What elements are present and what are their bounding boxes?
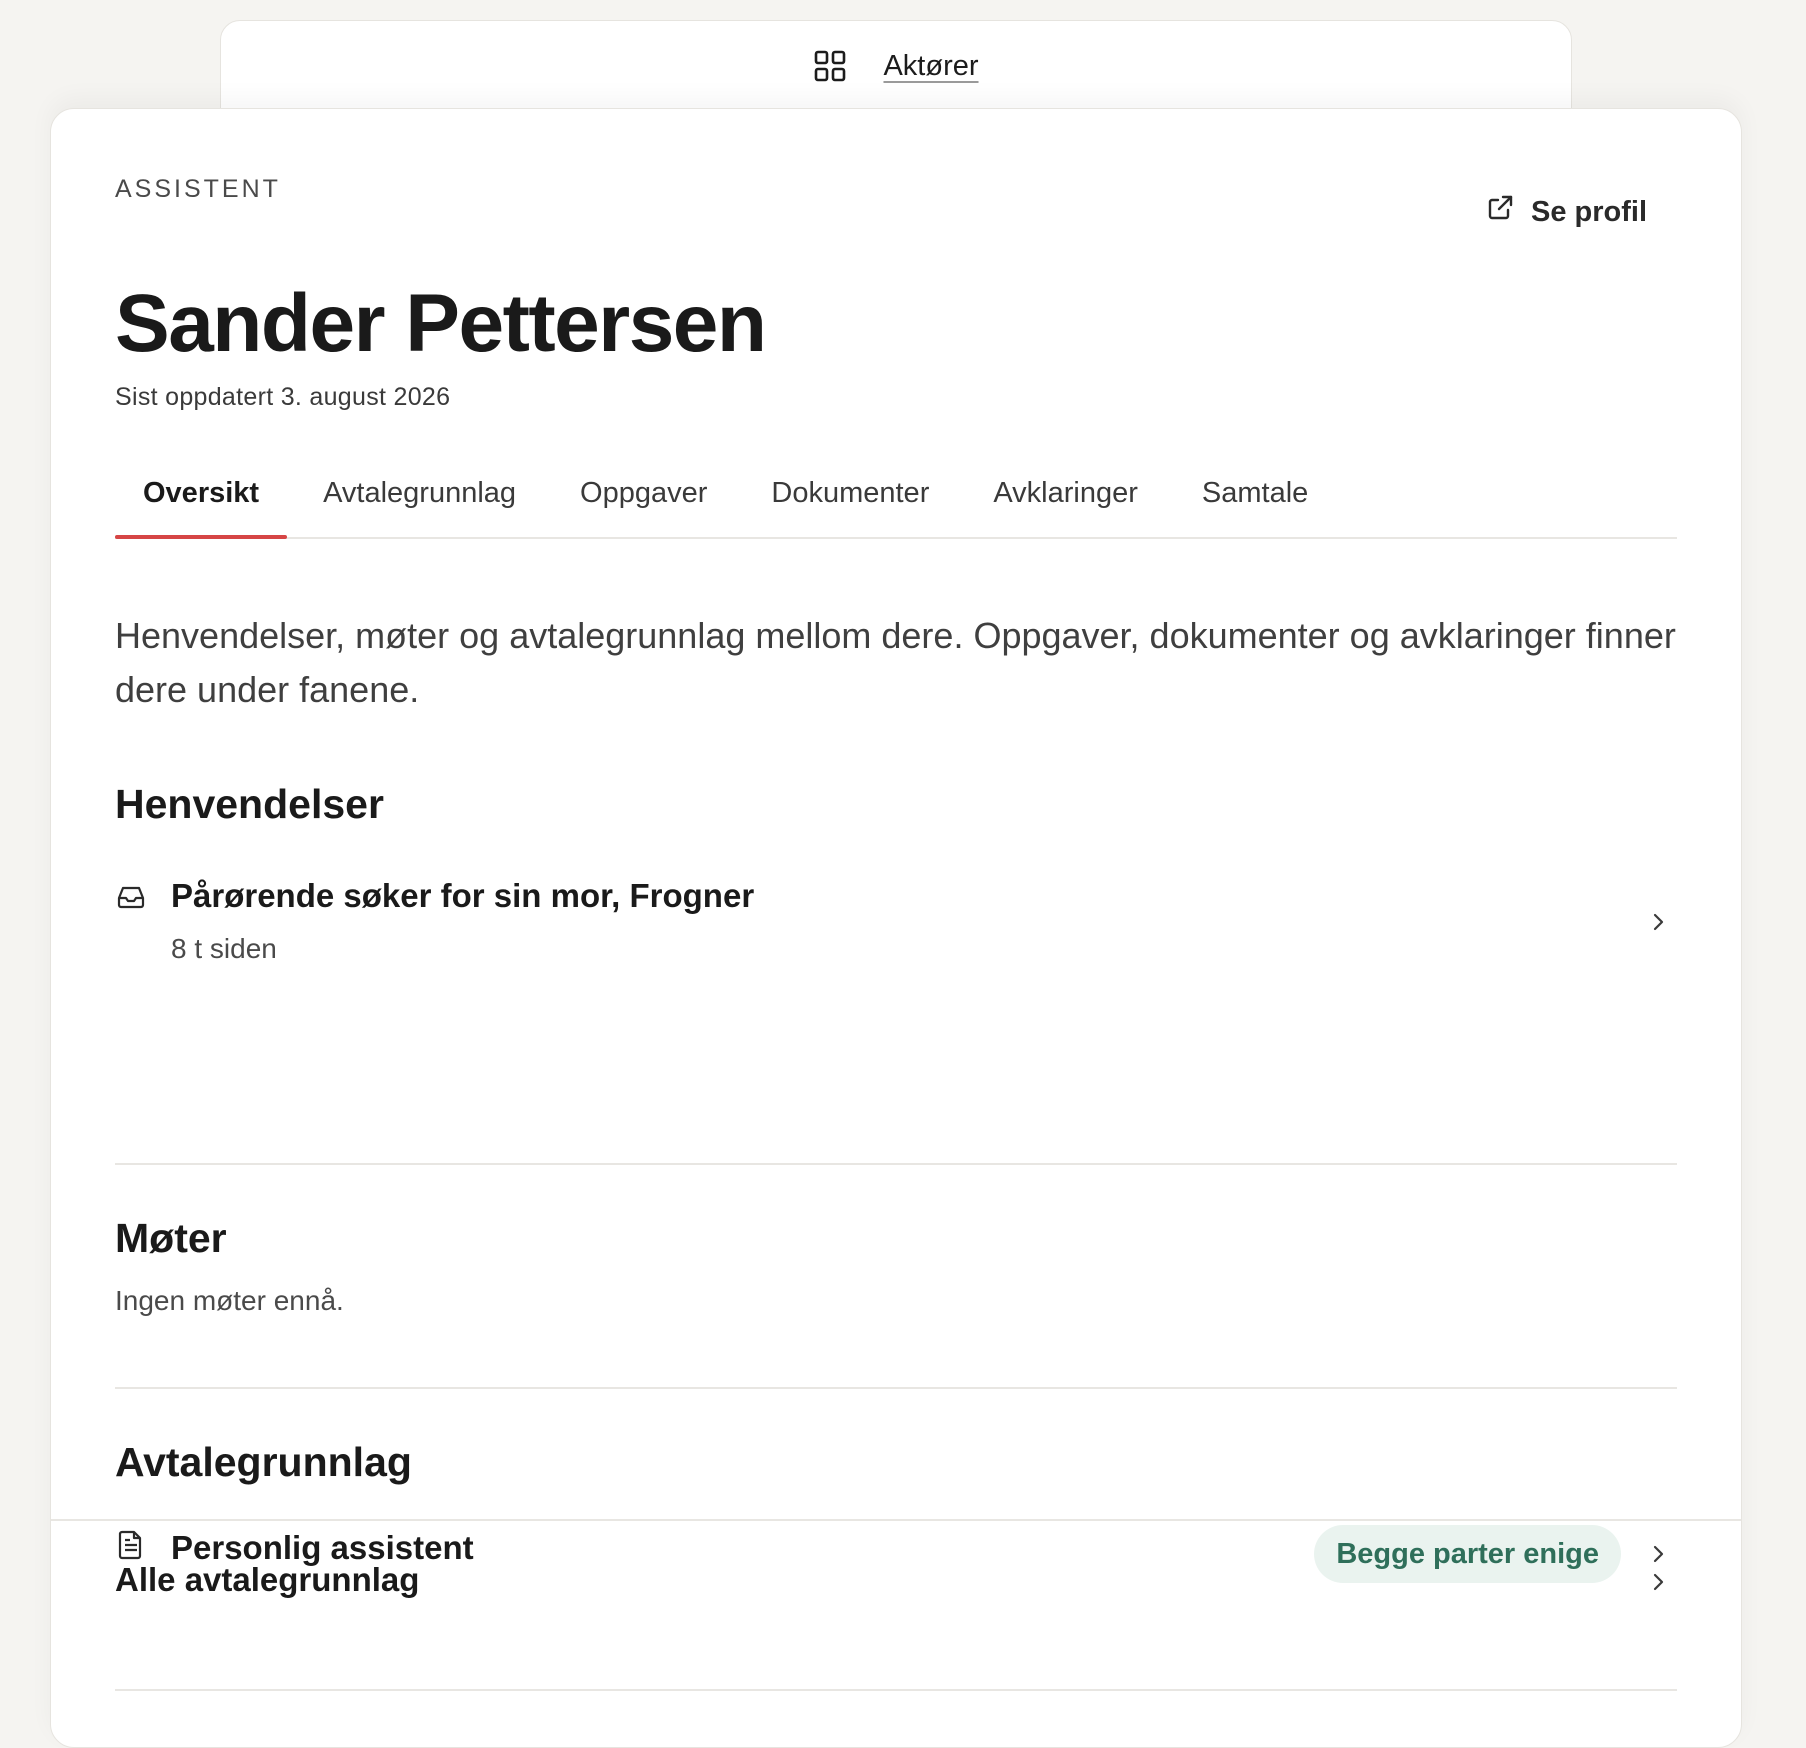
inbox-icon bbox=[115, 881, 147, 913]
intro-text: Henvendelser, møter og avtalegrunnlag me… bbox=[115, 615, 1676, 710]
tab-oversikt[interactable]: Oversikt bbox=[115, 449, 288, 539]
section-title-henvendelser: Henvendelser bbox=[115, 781, 384, 827]
see-profile-label: Se profil bbox=[1530, 195, 1647, 228]
see-profile-button[interactable]: Se profil bbox=[1485, 193, 1647, 231]
section-title-moter: Møter bbox=[115, 1215, 227, 1261]
divider bbox=[115, 1689, 1677, 1691]
divider bbox=[115, 1387, 1677, 1389]
tab-avtalegrunnlag[interactable]: Avtalegrunnlag bbox=[295, 449, 544, 537]
tab-bar: Oversikt Avtalegrunnlag Oppgaver Dokumen… bbox=[115, 449, 1677, 539]
breadcrumb-link-aktorer[interactable]: Aktører bbox=[883, 50, 978, 83]
henvendelse-title: Pårørende søker for sin mor, Frogner bbox=[171, 877, 755, 914]
tab-oppgaver[interactable]: Oppgaver bbox=[552, 449, 735, 537]
all-avtalegrunnlag-label: Alle avtalegrunnlag bbox=[115, 1561, 420, 1598]
profile-card: ASSISTENT Se profil Sander Pettersen Sis… bbox=[50, 108, 1742, 1748]
chevron-right-icon bbox=[1647, 911, 1669, 933]
tab-dokumenter[interactable]: Dokumenter bbox=[743, 449, 957, 537]
list-item[interactable]: Pårørende søker for sin mor, Frogner 8 t… bbox=[115, 873, 1677, 993]
all-avtalegrunnlag-link[interactable]: Alle avtalegrunnlag bbox=[115, 1519, 1677, 1639]
page-title: Sander Pettersen bbox=[115, 278, 767, 369]
role-label: ASSISTENT bbox=[115, 175, 281, 203]
henvendelse-time: 8 t siden bbox=[171, 933, 277, 964]
divider bbox=[115, 1163, 1677, 1165]
tab-samtale[interactable]: Samtale bbox=[1174, 449, 1336, 537]
breadcrumb: Aktører bbox=[221, 21, 1571, 111]
grid-icon bbox=[813, 49, 847, 83]
empty-state-moter: Ingen møter ennå. bbox=[115, 1285, 344, 1316]
external-link-icon bbox=[1485, 193, 1515, 231]
last-updated: Sist oppdatert 3. august 2026 bbox=[115, 383, 451, 411]
chevron-right-icon bbox=[1647, 1571, 1669, 1593]
tab-avklaringer[interactable]: Avklaringer bbox=[965, 449, 1166, 537]
